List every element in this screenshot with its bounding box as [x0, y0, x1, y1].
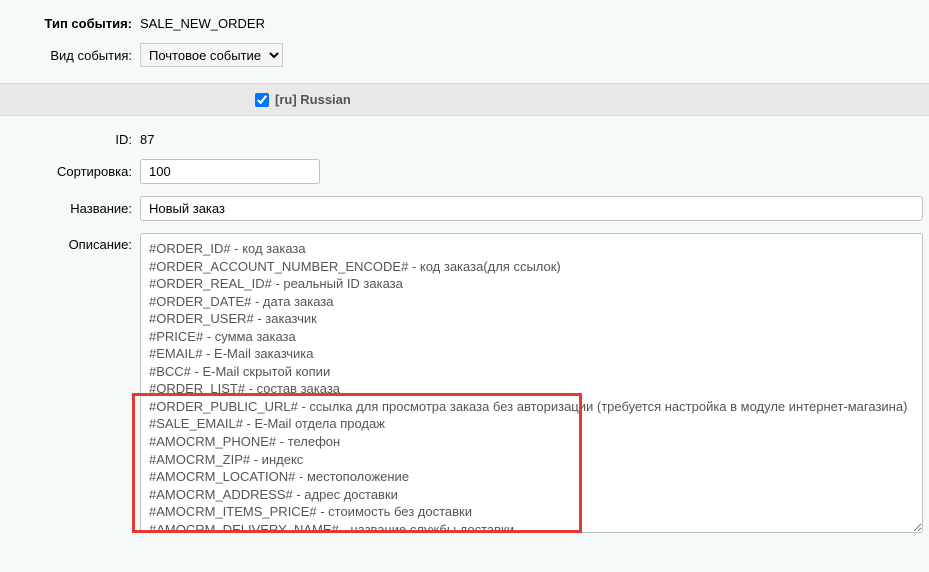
label-event-kind: Вид события:: [10, 48, 140, 63]
label-description: Описание:: [10, 233, 140, 252]
value-event-type: SALE_NEW_ORDER: [140, 16, 919, 31]
row-name: Название:: [0, 190, 929, 227]
row-id: ID: 87: [0, 126, 929, 153]
label-name: Название:: [10, 201, 140, 216]
row-event-kind: Вид события: Почтовое событие: [0, 37, 929, 73]
value-id: 87: [140, 132, 919, 147]
select-event-kind[interactable]: Почтовое событие: [140, 43, 283, 67]
input-name[interactable]: [140, 196, 923, 221]
row-description: Описание:: [0, 227, 929, 542]
row-sort: Сортировка:: [0, 153, 929, 190]
lang-checkbox[interactable]: [255, 93, 269, 107]
label-sort: Сортировка:: [10, 164, 140, 179]
row-event-type: Тип события: SALE_NEW_ORDER: [0, 10, 929, 37]
lang-label: [ru] Russian: [275, 92, 351, 107]
lang-bar: [ru] Russian: [0, 83, 929, 116]
input-sort[interactable]: [140, 159, 320, 184]
label-id: ID:: [10, 132, 140, 147]
textarea-description[interactable]: [140, 233, 923, 533]
label-event-type: Тип события:: [10, 16, 140, 31]
